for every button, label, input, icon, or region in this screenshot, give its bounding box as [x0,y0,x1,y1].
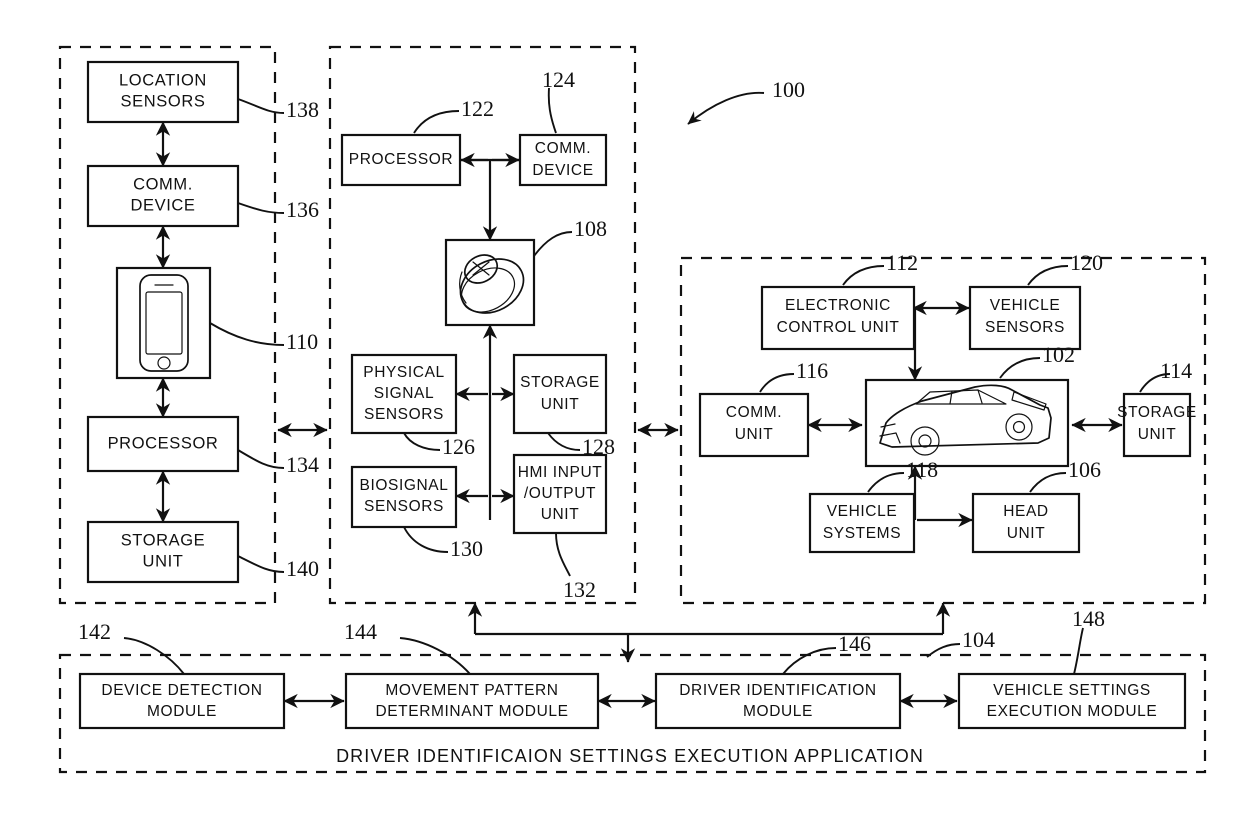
ref-130-label: 130 [450,536,483,561]
ref-112-label: 112 [886,250,918,275]
box-vehicle-systems-line2: SYSTEMS [823,525,901,542]
box-hmi-input-output-unit-line1: HMI INPUT [518,464,603,481]
ref-116-label: 116 [796,358,828,383]
box-wearable-processor-label: PROCESSOR [349,151,453,168]
box-electronic-control-unit[interactable]: ELECTRONIC CONTROL UNIT [760,285,916,351]
box-hmi-input-output-unit-line3: UNIT [541,506,580,523]
box-location-sensors-line2: SENSORS [121,92,206,110]
box-driver-identification-module-line1: DRIVER IDENTIFICATION [679,682,876,699]
ref-124-label: 124 [542,67,575,92]
box-vehicle-storage-unit[interactable]: STORAGE UNIT [1117,392,1197,458]
box-portable-comm-device[interactable]: COMM. DEVICE [86,164,240,228]
box-hmi-input-output-unit-line2: /OUTPUT [524,485,596,502]
box-wearable-storage-unit[interactable]: STORAGE UNIT [512,353,608,435]
box-location-sensors[interactable]: LOCATION SENSORS [86,60,240,124]
box-physical-signal-sensors-line2: SIGNAL [374,385,434,402]
box-movement-pattern-determinant-module-line1: MOVEMENT PATTERN [385,682,558,699]
box-biosignal-sensors-line2: SENSORS [364,498,444,515]
figure-canvas: 100 LOCATION SENSORS 138 COMM. DEVICE 13… [0,0,1240,818]
box-wearable-storage-unit-line1: STORAGE [520,374,600,391]
box-vehicle-sensors[interactable]: VEHICLE SENSORS [968,285,1082,351]
application-caption: DRIVER IDENTIFICAION SETTINGS EXECUTION … [336,746,924,766]
ref-114-label: 114 [1160,358,1192,383]
box-vehicle-comm-unit-line2: UNIT [735,426,774,443]
box-vehicle-storage-unit-line1: STORAGE [1117,404,1197,421]
box-biosignal-sensors[interactable]: BIOSIGNAL SENSORS [350,465,458,529]
box-wearable-device-image[interactable] [444,238,536,327]
box-vehicle-storage-unit-line2: UNIT [1138,426,1177,443]
box-physical-signal-sensors-line1: PHYSICAL [363,364,444,381]
ref-108-label: 108 [574,216,607,241]
ref-138-label: 138 [286,97,319,122]
box-portable-device-image[interactable] [115,266,212,380]
box-physical-signal-sensors-line3: SENSORS [364,406,444,423]
box-head-unit[interactable]: HEAD UNIT [971,492,1081,554]
box-portable-processor[interactable]: PROCESSOR [86,415,240,473]
ref-110-label: 110 [286,329,318,354]
box-wearable-storage-unit-line2: UNIT [541,396,580,413]
box-electronic-control-unit-line2: CONTROL UNIT [777,319,900,336]
box-portable-comm-device-line1: COMM. [133,175,193,193]
box-physical-signal-sensors[interactable]: PHYSICAL SIGNAL SENSORS [350,353,458,435]
box-device-detection-module[interactable]: DEVICE DETECTION MODULE [78,672,286,730]
ref-126-label: 126 [442,434,475,459]
ref-132-label: 132 [563,577,596,602]
box-head-unit-line2: UNIT [1007,525,1046,542]
ref-144-label: 144 [344,619,377,644]
box-vehicle-settings-execution-module-line1: VEHICLE SETTINGS [993,682,1151,699]
box-movement-pattern-determinant-module[interactable]: MOVEMENT PATTERN DETERMINANT MODULE [344,672,600,730]
box-driver-identification-module[interactable]: DRIVER IDENTIFICATION MODULE [654,672,902,730]
box-head-unit-line1: HEAD [1003,503,1048,520]
box-electronic-control-unit-line1: ELECTRONIC [785,297,891,314]
ref-120-label: 120 [1070,250,1103,275]
box-vehicle-settings-execution-module-line2: EXECUTION MODULE [987,703,1158,720]
box-portable-comm-device-line2: DEVICE [130,196,195,214]
box-portable-storage-unit[interactable]: STORAGE UNIT [86,520,240,584]
box-biosignal-sensors-line1: BIOSIGNAL [360,477,449,494]
ref-148-label: 148 [1072,606,1105,631]
ref-104-label: 104 [962,627,995,652]
box-vehicle-systems-line1: VEHICLE [827,503,898,520]
ref-142-label: 142 [78,619,111,644]
ref-134-label: 134 [286,452,319,477]
box-wearable-comm-device-line1: COMM. [535,140,591,157]
box-device-detection-module-line2: MODULE [147,703,217,720]
ref-106-label: 106 [1068,457,1101,482]
box-portable-storage-unit-line1: STORAGE [121,531,206,549]
ref-136-label: 136 [286,197,319,222]
box-portable-storage-unit-line2: UNIT [143,552,184,570]
box-wearable-comm-device-line2: DEVICE [532,162,593,179]
box-wearable-processor[interactable]: PROCESSOR [340,133,462,187]
ref-146-label: 146 [838,631,871,656]
box-portable-processor-label: PROCESSOR [108,434,219,452]
box-location-sensors-line1: LOCATION [119,71,207,89]
patent-figure: 100 LOCATION SENSORS 138 COMM. DEVICE 13… [0,0,1240,818]
ref-122-label: 122 [461,96,494,121]
box-driver-identification-module-line2: MODULE [743,703,813,720]
box-device-detection-module-line1: DEVICE DETECTION [101,682,262,699]
ref-140-label: 140 [286,556,319,581]
ref-102-label: 102 [1042,342,1075,367]
box-hmi-input-output-unit[interactable]: HMI INPUT /OUTPUT UNIT [512,453,608,535]
figure-ref-100-label: 100 [772,77,805,102]
box-vehicle-sensors-line2: SENSORS [985,319,1065,336]
box-wearable-comm-device[interactable]: COMM. DEVICE [518,133,608,187]
box-vehicle-settings-execution-module[interactable]: VEHICLE SETTINGS EXECUTION MODULE [957,672,1187,730]
box-movement-pattern-determinant-module-line2: DETERMINANT MODULE [375,703,568,720]
ref-118-label: 118 [906,457,938,482]
box-vehicle-comm-unit[interactable]: COMM. UNIT [698,392,810,458]
box-vehicle-systems[interactable]: VEHICLE SYSTEMS [808,492,916,554]
box-vehicle-comm-unit-line1: COMM. [726,404,782,421]
box-vehicle-image[interactable] [864,378,1070,468]
box-vehicle-sensors-line1: VEHICLE [990,297,1061,314]
